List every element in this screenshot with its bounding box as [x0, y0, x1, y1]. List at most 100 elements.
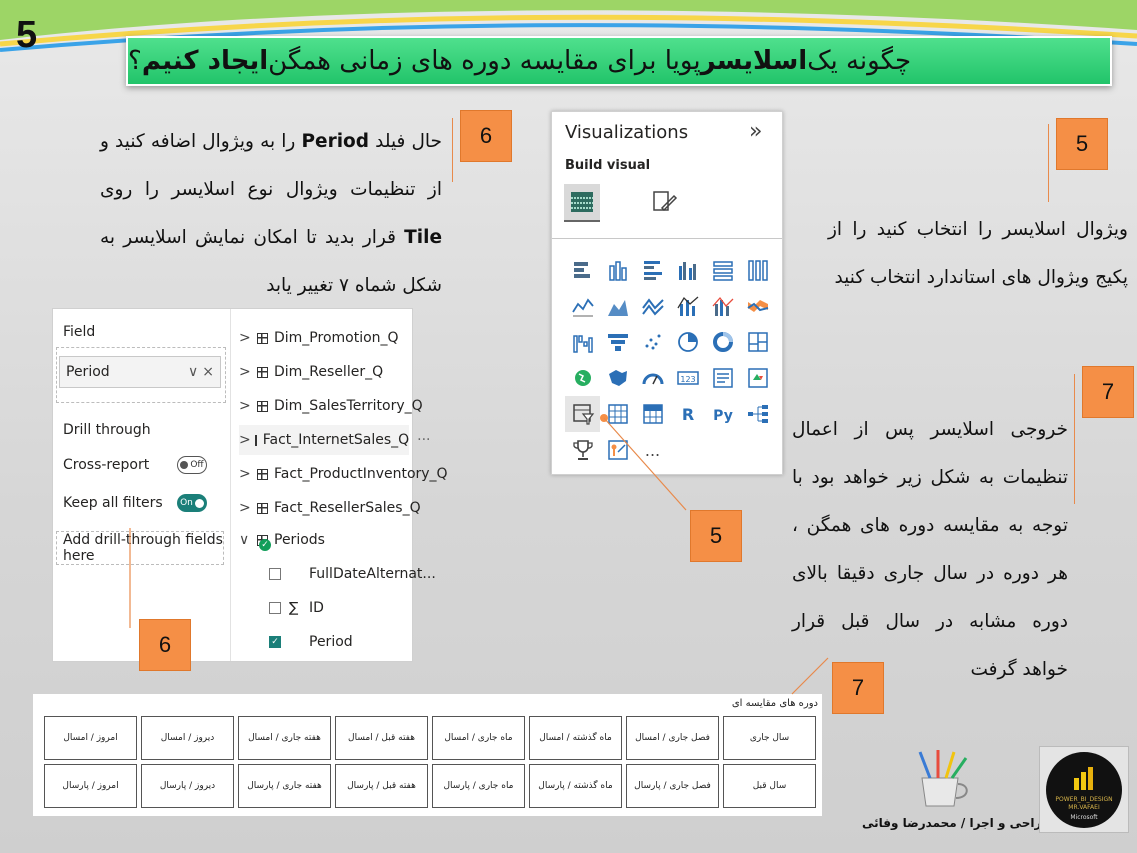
fields-pane: Field Period ∨ × Drill through Cross-rep…	[52, 308, 448, 662]
field-row[interactable]: FullDateAlternat...	[269, 559, 436, 589]
field-row[interactable]: ✓ Period	[269, 627, 353, 657]
filled-map-icon	[608, 370, 627, 386]
visual-area-icon[interactable]	[600, 288, 635, 324]
chevron-right-icon: >	[239, 364, 251, 380]
build-visual-label: Build visual	[565, 158, 651, 173]
checkbox[interactable]	[269, 568, 281, 580]
stacked-bar-icon	[573, 262, 590, 278]
slicer-tile[interactable]: سال قبل	[723, 764, 816, 808]
stacked-area-icon	[641, 298, 664, 316]
slicer-tile[interactable]: امروز / پارسال	[44, 764, 137, 808]
period-field-chip-label: Period	[66, 364, 110, 380]
visual-funnel-icon[interactable]	[600, 324, 635, 360]
format-brush-icon	[653, 191, 678, 212]
table-row[interactable]: > Dim_SalesTerritory_Q	[239, 391, 423, 421]
pane-divider	[552, 238, 782, 239]
slicer-tile[interactable]: هفته جاری / امسال	[238, 716, 331, 760]
slicer-tile[interactable]: فصل جاری / امسال	[626, 716, 719, 760]
slicer-tile[interactable]: ماه گذشته / پارسال	[529, 764, 622, 808]
visual-card-icon[interactable]: 123	[670, 360, 705, 396]
step6-paragraph: حال فیلد Period را به ویژوال اضافه کنید …	[100, 131, 442, 296]
visual-line-icon[interactable]	[565, 288, 600, 324]
periods-table-row[interactable]: ∨ Periods	[239, 525, 325, 555]
chevron-expanded-icon: ∨	[239, 532, 250, 548]
slicer-tile[interactable]: هفته قبل / امسال	[335, 716, 428, 760]
step5-callout-badge: 5	[690, 510, 742, 562]
slicer-tile[interactable]: ماه جاری / امسال	[432, 716, 525, 760]
gauge-icon	[642, 373, 663, 385]
visual-clustered-bar-icon[interactable]	[635, 252, 670, 288]
table-name: Fact_ResellerSales_Q	[274, 500, 421, 516]
visual-filled-map-icon[interactable]	[600, 360, 635, 396]
visual-treemap-icon[interactable]	[740, 324, 775, 360]
ribbon-icon	[746, 300, 768, 312]
visual-stacked-area-icon[interactable]	[635, 288, 670, 324]
step6-badge: 6	[460, 110, 512, 162]
visual-ribbon-icon[interactable]	[740, 288, 775, 324]
logo-brand-text: Microsoft	[1070, 813, 1098, 821]
expand-icon[interactable]: »	[749, 119, 762, 144]
visual-decomposition-tree-icon[interactable]	[740, 396, 775, 432]
visual-stacked-bar-icon[interactable]	[565, 252, 600, 288]
close-icon[interactable]: ×	[202, 364, 214, 380]
table-icon	[257, 332, 268, 344]
visual-gauge-icon[interactable]	[635, 360, 670, 396]
slide-number: 5	[16, 14, 38, 56]
slicer-tile[interactable]: دیروز / امسال	[141, 716, 234, 760]
drill-through-dropzone[interactable]: Add drill-through fields here	[56, 531, 224, 565]
field-row[interactable]: ∑ ID	[269, 593, 324, 623]
table-name: Dim_Reseller_Q	[274, 364, 384, 380]
visual-pie-icon[interactable]	[670, 324, 705, 360]
build-visual-tab[interactable]	[564, 184, 600, 222]
table-name: Dim_Promotion_Q	[274, 330, 399, 346]
table-row[interactable]: > Fact_InternetSales_Q ···	[239, 425, 431, 455]
sigma-icon: ∑	[289, 600, 299, 616]
visual-donut-icon[interactable]	[705, 324, 740, 360]
visual-multi-row-card-icon[interactable]	[705, 360, 740, 396]
visual-line-clustered-column-icon[interactable]	[705, 288, 740, 324]
slicer-tile[interactable]: فصل جاری / پارسال	[626, 764, 719, 808]
cross-report-toggle[interactable]: Off	[177, 456, 207, 474]
slicer-tile[interactable]: دیروز / پارسال	[141, 764, 234, 808]
visual-100-bar-icon[interactable]	[705, 252, 740, 288]
visual-100-column-icon[interactable]	[740, 252, 775, 288]
keep-filters-toggle[interactable]: On	[177, 494, 207, 512]
visual-kpi-icon[interactable]	[740, 360, 775, 396]
visual-clustered-column-icon[interactable]	[670, 252, 705, 288]
slicer-tile[interactable]: هفته جاری / پارسال	[238, 764, 331, 808]
slicer-tile[interactable]: سال جاری	[723, 716, 816, 760]
stacked-column-icon	[608, 261, 627, 281]
slicer-tile[interactable]: امروز / امسال	[44, 716, 137, 760]
slicer-tile[interactable]: ماه جاری / پارسال	[432, 764, 525, 808]
chevron-down-icon[interactable]: ∨	[188, 364, 198, 380]
line-clustered-column-icon	[712, 296, 733, 316]
visual-stacked-column-icon[interactable]	[600, 252, 635, 288]
table-row[interactable]: > Dim_Reseller_Q	[239, 357, 383, 387]
area-icon	[607, 300, 628, 316]
visual-line-column-icon[interactable]	[670, 288, 705, 324]
table-row[interactable]: > Dim_Promotion_Q	[239, 323, 399, 353]
slicer-tile[interactable]: ماه گذشته / امسال	[529, 716, 622, 760]
visual-map-icon[interactable]	[565, 360, 600, 396]
checkbox[interactable]	[269, 602, 281, 614]
table-icon	[257, 468, 268, 480]
logo-top-text: POWER_BI_DESIGN	[1055, 795, 1113, 803]
checkbox-checked[interactable]: ✓	[269, 636, 281, 648]
svg-text:123: 123	[680, 375, 695, 384]
scatter-icon	[645, 334, 660, 350]
period-slicer-visual: دوره های مقایسه ای سال جاری فصل جاری / ام…	[33, 694, 822, 816]
table-row[interactable]: > Fact_ResellerSales_Q	[239, 493, 421, 523]
power-bi-icon	[1074, 766, 1093, 790]
period-field-chip[interactable]: Period ∨ ×	[59, 356, 221, 388]
visual-scatter-icon[interactable]	[635, 324, 670, 360]
slicer-tile[interactable]: هفته قبل / پارسال	[335, 764, 428, 808]
step6-marker-line	[452, 118, 453, 182]
table-row[interactable]: > Fact_ProductInventory_Q	[239, 459, 448, 489]
slide-title: چگونه یک اسلایسر پویا برای مقایسه دوره ه…	[126, 36, 1112, 86]
visual-waterfall-icon[interactable]	[565, 324, 600, 360]
table-icon	[257, 366, 268, 378]
format-visual-tab[interactable]	[648, 186, 680, 218]
more-options-icon[interactable]: ···	[417, 432, 430, 448]
cross-report-label: Cross-report	[63, 457, 150, 473]
designer-credit: طراحی و اجرا / محمدرضا وفائی	[862, 816, 1054, 830]
